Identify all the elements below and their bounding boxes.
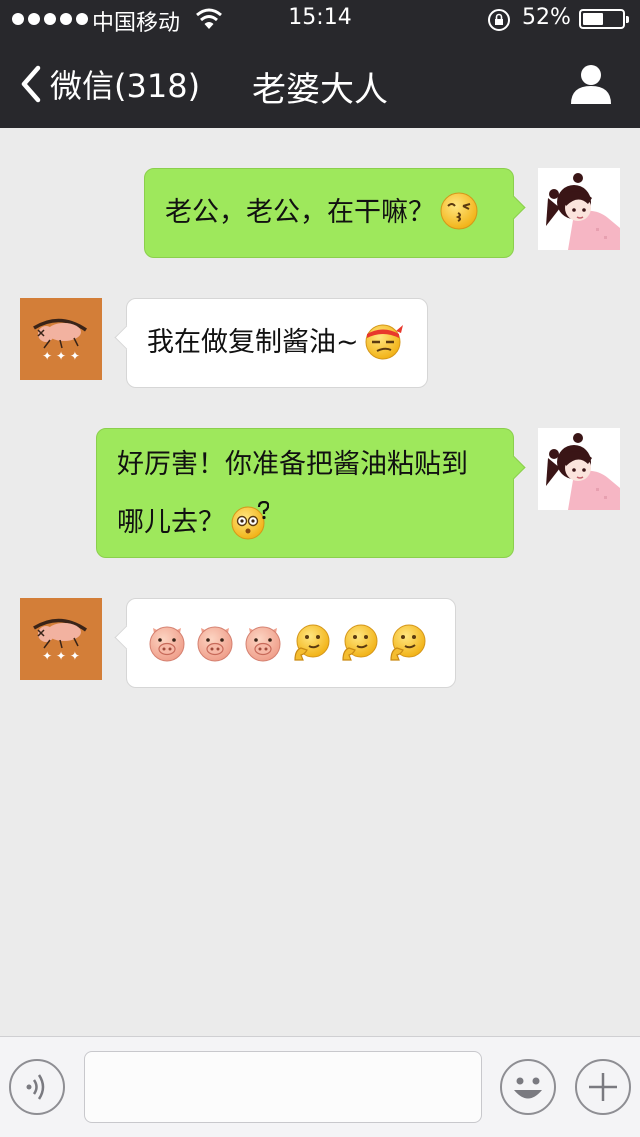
my-avatar[interactable] [538,428,620,510]
my-avatar[interactable] [538,168,620,250]
pig-face-icon [197,626,233,662]
pig-face-icon [245,626,281,662]
pig-face-icon [149,626,185,662]
message-bubble-received[interactable]: 我在做复制酱油~ [114,298,428,388]
message-bubble-sent[interactable]: 老公，老公，在干嘛？ [144,168,526,258]
confused-question-face-icon [231,500,269,539]
contact-avatar[interactable]: ✦ ✦ ✦ [20,298,102,380]
message-bubble-received[interactable] [114,598,456,688]
emoji-row [147,599,435,685]
svg-text:✦ ✦ ✦: ✦ ✦ ✦ [42,349,80,363]
plus-icon[interactable] [575,1059,631,1115]
nav-bar: 微信(318) 老婆大人 [0,40,640,128]
svg-text:✦ ✦ ✦: ✦ ✦ ✦ [42,649,80,663]
message-input[interactable] [84,1051,482,1123]
message-text: 我在做复制酱油~ [147,327,359,358]
thinking-face-icon [390,624,426,661]
status-bar: 中国移动 15:14 52% [0,0,640,40]
contact-profile-icon[interactable] [569,62,613,106]
rotation-lock-icon [488,9,510,31]
chat-area[interactable]: 老公，老公，在干嘛？ ✦ ✦ ✦ 我在做复制酱油~ 好厉害！你准备把酱油粘贴到 … [0,128,640,1036]
kiss-face-icon [440,192,478,229]
chat-title: 老婆大人 [252,70,388,110]
message-text: 老公，老公，在干嘛？ [165,197,435,228]
message-text-continued: 哪儿去？ [117,507,225,538]
thinking-face-icon [342,624,378,661]
emoji-face-icon[interactable] [500,1059,556,1115]
message-text: 好厉害！你准备把酱油粘贴到 [117,449,468,480]
contact-avatar[interactable]: ✦ ✦ ✦ [20,598,102,680]
headband-smirk-face-icon [365,324,403,359]
message-bubble-sent[interactable]: 好厉害！你准备把酱油粘贴到 哪儿去？ [96,428,526,558]
battery-icon [579,9,629,29]
voice-icon[interactable] [9,1059,65,1115]
battery-percentage: 52% [522,5,571,30]
thinking-face-icon [294,624,330,661]
header: 中国移动 15:14 52% 微信(318) 老婆大人 [0,0,640,128]
input-bar [0,1036,640,1137]
